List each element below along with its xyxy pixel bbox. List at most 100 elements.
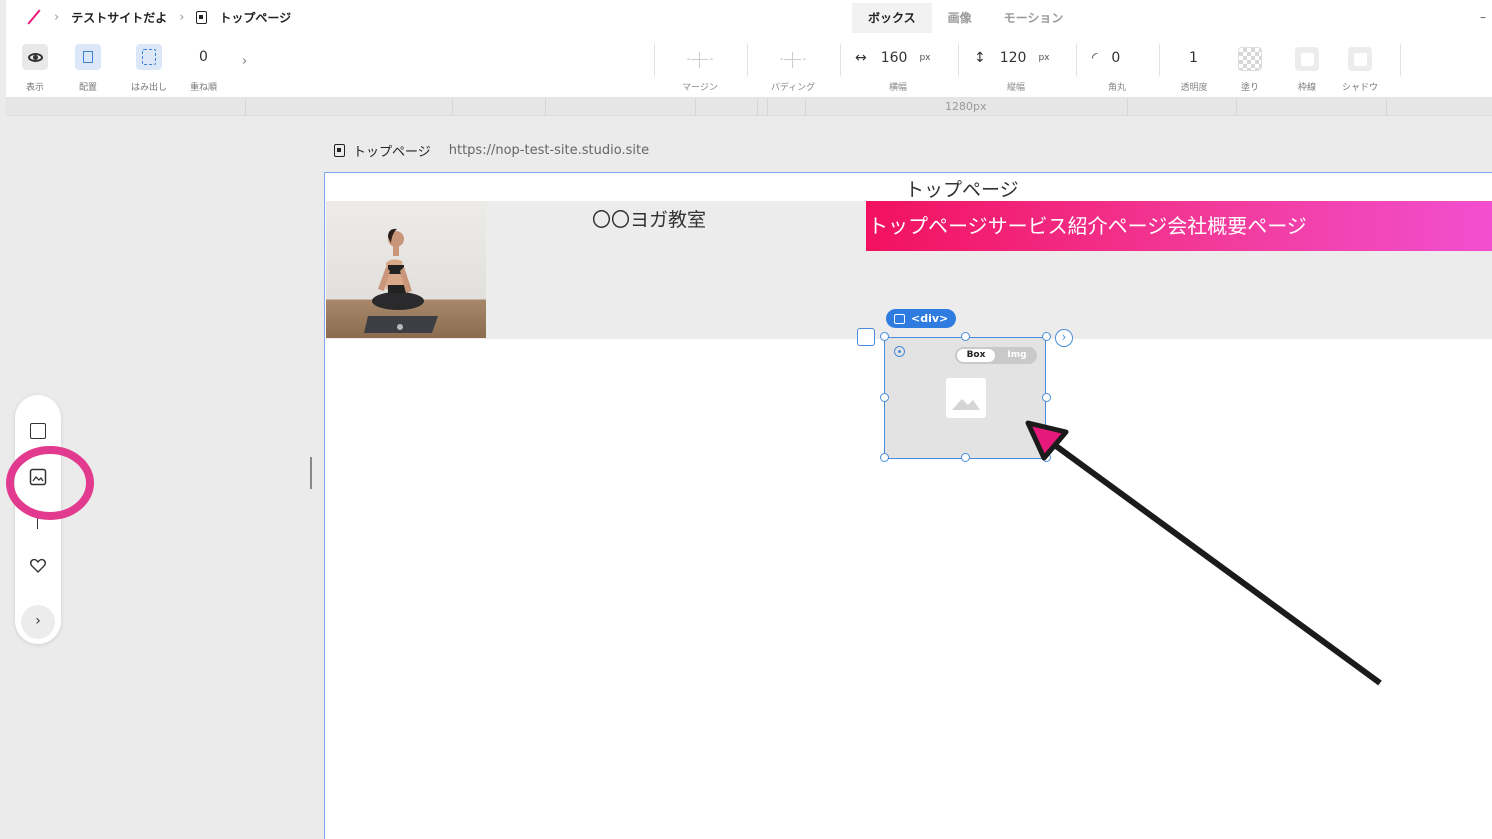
mountain-icon (952, 399, 980, 410)
ruler-tick (757, 98, 758, 116)
resize-handle[interactable] (880, 332, 889, 341)
radius-control[interactable]: ◜ 0 (1092, 50, 1120, 66)
overflow-button[interactable] (136, 44, 162, 70)
width-unit[interactable]: px (919, 53, 930, 63)
divider (654, 44, 655, 76)
fill-swatch[interactable] (1238, 47, 1262, 71)
element-tag[interactable]: <div> (886, 309, 957, 328)
zorder-value[interactable]: 0 (199, 44, 208, 70)
layout-label: 配置 (78, 83, 97, 93)
width-control[interactable]: ↔ 160 px (855, 50, 931, 66)
overflow-icon (142, 49, 156, 65)
breadcrumb-page[interactable]: トップページ (219, 9, 291, 26)
margin-control[interactable]: - - (678, 46, 722, 74)
padding-control[interactable]: - - (771, 46, 815, 74)
box-img-toggle[interactable]: Box Img (955, 347, 1037, 364)
ruler-tick (805, 98, 806, 116)
image-placeholder-icon (946, 378, 986, 418)
horizontal-arrows-icon: ↔ (855, 50, 867, 66)
radius-value[interactable]: 0 (1111, 50, 1120, 66)
width-value[interactable]: 160 (881, 50, 908, 66)
divider (1159, 44, 1160, 76)
ruler-tick (1127, 98, 1128, 116)
ruler-width-label: 1280px (945, 100, 987, 113)
select-parent-button[interactable] (857, 328, 875, 346)
toggle-img-option[interactable]: Img (999, 349, 1035, 362)
line-icon[interactable] (37, 517, 38, 529)
divider (747, 44, 748, 76)
shadow-swatch[interactable] (1348, 47, 1372, 71)
zorder-tool[interactable]: 0 重ね順 (190, 44, 217, 93)
fill-tool[interactable]: 塗り (1238, 47, 1262, 93)
page-icon (196, 10, 208, 24)
resize-handle[interactable] (961, 453, 970, 462)
toggle-box-option[interactable]: Box (957, 349, 995, 362)
opacity-label: 透明度 (1180, 83, 1208, 93)
tab-box[interactable]: ボックス (852, 3, 932, 33)
layout-icon (83, 51, 93, 63)
page-header: トップページ https://nop-test-site.studio.site (334, 141, 649, 160)
chevron-right-icon: › (179, 9, 185, 25)
border-tool[interactable]: 枠線 (1295, 47, 1319, 93)
overflow-label: はみ出し (131, 83, 168, 93)
resize-handle[interactable] (880, 393, 889, 402)
display-tool[interactable]: 表示 (22, 44, 48, 93)
height-control[interactable]: ↕ 120 px (974, 50, 1050, 66)
chevron-right-icon[interactable]: › (242, 54, 247, 69)
tab-motion[interactable]: モーション (988, 3, 1080, 33)
width-ruler: 1280px (6, 98, 1492, 116)
ruler-tick (695, 98, 696, 116)
ruler-tick (767, 98, 768, 116)
chevron-right-icon[interactable]: › (21, 605, 55, 639)
square-icon[interactable] (28, 421, 48, 441)
pen-logo-icon[interactable] (26, 9, 42, 25)
opacity-control[interactable]: 1 (1189, 50, 1198, 66)
minimize-icon[interactable]: – (1480, 10, 1486, 24)
heart-icon[interactable] (28, 556, 48, 576)
canvas-page-title[interactable]: トップページ (905, 175, 1019, 202)
corner-radius-icon: ◜ (1092, 50, 1098, 66)
breadcrumb-site[interactable]: テストサイトだよ (71, 9, 167, 26)
insert-toolbar: › (15, 395, 61, 644)
property-tabs: ボックス 画像 モーション (852, 3, 1079, 33)
layout-tool[interactable]: 配置 (75, 44, 101, 93)
panel-splitter[interactable] (310, 457, 312, 489)
eye-icon (27, 52, 43, 62)
chevron-right-icon: › (54, 9, 60, 25)
overflow-tool[interactable]: はみ出し (131, 44, 167, 93)
ruler-tick (452, 98, 453, 116)
height-unit[interactable]: px (1038, 53, 1049, 63)
resize-handle[interactable] (1042, 332, 1051, 341)
resize-handle[interactable] (880, 453, 889, 462)
anchor-target-icon[interactable] (894, 346, 905, 357)
yoga-woman-image (364, 228, 438, 333)
image-icon (894, 313, 905, 324)
ruler-tick (1386, 98, 1387, 116)
radius-label: 角丸 (1107, 83, 1126, 93)
display-button[interactable] (22, 44, 48, 70)
border-swatch[interactable] (1295, 47, 1319, 71)
width-label: 横幅 (888, 83, 907, 93)
shop-name[interactable]: 〇〇ヨガ教室 (592, 205, 706, 232)
height-value[interactable]: 120 (1000, 50, 1027, 66)
height-label: 縦幅 (1006, 83, 1025, 93)
display-label: 表示 (25, 83, 44, 93)
ruler-tick (245, 98, 246, 116)
shadow-label: シャドウ (1342, 83, 1379, 93)
resize-handle[interactable] (1042, 453, 1051, 462)
design-canvas[interactable]: トップページ 〇〇ヨガ教室 トップページサービス紹介ページ会社概要ページ (324, 172, 1492, 839)
ruler-tick (545, 98, 546, 116)
expand-chevron-button[interactable]: › (1055, 329, 1073, 347)
resize-handle[interactable] (961, 332, 970, 341)
page-name[interactable]: トップページ (353, 141, 431, 160)
layout-button[interactable] (75, 44, 101, 70)
opacity-value[interactable]: 1 (1189, 50, 1198, 66)
yoga-photo[interactable] (326, 201, 486, 338)
shadow-tool[interactable]: シャドウ (1342, 47, 1378, 93)
image-icon[interactable] (28, 467, 48, 487)
nav-menu[interactable]: トップページサービス紹介ページ会社概要ページ (866, 201, 1492, 251)
page-url[interactable]: https://nop-test-site.studio.site (449, 143, 649, 158)
fill-label: 塗り (1240, 83, 1259, 93)
tab-image[interactable]: 画像 (932, 3, 988, 33)
resize-handle[interactable] (1042, 393, 1051, 402)
